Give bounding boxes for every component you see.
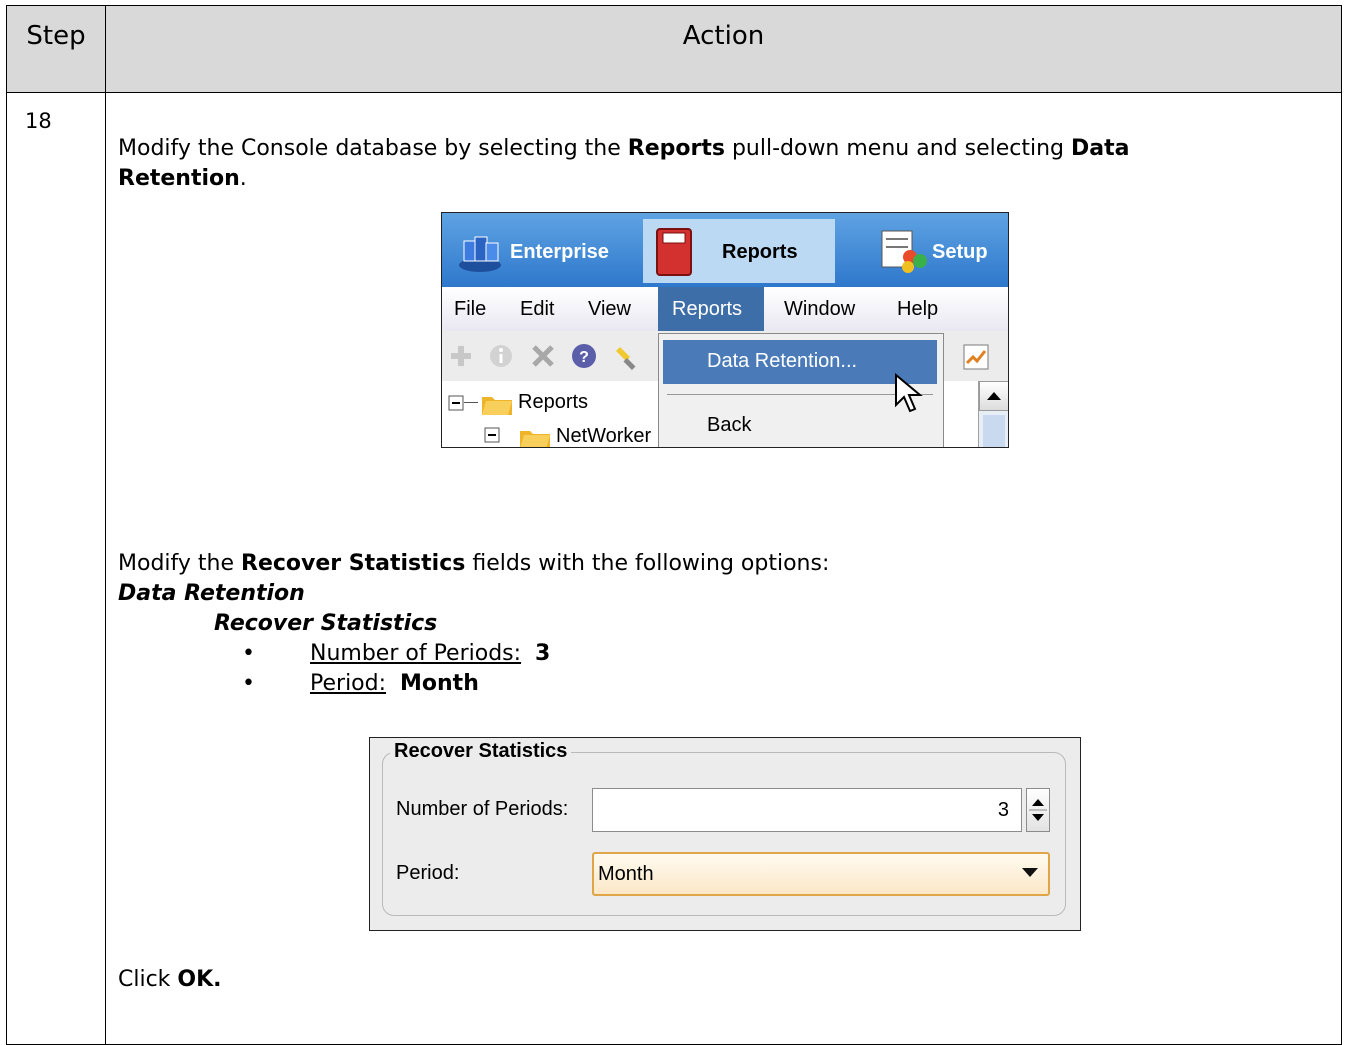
bullet-dot: • <box>242 641 255 666</box>
menu-edit[interactable]: Edit <box>520 298 554 321</box>
data-retention-label: Data Retention... <box>707 350 858 372</box>
number-of-periods-input[interactable]: 3 <box>592 788 1022 832</box>
mouse-cursor-icon <box>895 373 923 413</box>
header-step: Step <box>26 21 86 51</box>
reports-book-icon <box>656 228 692 276</box>
step-number: 18 <box>25 109 52 133</box>
folder-icon <box>482 397 512 415</box>
text: . <box>239 166 247 191</box>
console-menu-screenshot: Enterprise Reports Setup File Edit View … <box>441 212 1009 448</box>
table-header: Step Action <box>7 6 1341 93</box>
ok-emph: OK. <box>177 967 222 992</box>
chevron-down-icon <box>1022 868 1038 877</box>
period-value-bold: Month <box>400 671 479 696</box>
bullet-dot: • <box>242 671 255 696</box>
bullet-content: Number of Periods: 3 <box>310 639 550 669</box>
data-emph: Data <box>1070 136 1130 161</box>
add-icon[interactable] <box>448 343 474 369</box>
setup-icon <box>881 230 927 273</box>
period-label-underlined: Period: <box>310 671 387 696</box>
menu-reports-open[interactable]: Reports <box>658 287 764 333</box>
folder-icon <box>520 431 550 447</box>
menu-view[interactable]: View <box>588 298 631 321</box>
svg-text:?: ? <box>579 349 589 366</box>
nav-bar: Enterprise Reports Setup <box>442 213 1008 287</box>
period-label: Period: <box>396 862 460 884</box>
tree-item-reports[interactable]: Reports <box>518 391 588 414</box>
arrow-up-icon <box>987 392 1001 400</box>
menu-item-back[interactable]: Back <box>707 414 751 437</box>
menu-reports-label: Reports <box>672 298 743 320</box>
number-of-periods-label: Number of Periods: <box>396 798 569 820</box>
period-select[interactable]: Month <box>592 852 1050 896</box>
section-data-retention: Data Retention <box>118 581 305 606</box>
header-action: Action <box>682 21 765 51</box>
nav-setup[interactable]: Setup <box>932 241 988 264</box>
instruction-line-2: Retention. <box>118 164 247 194</box>
bullet-content: Period: Month <box>310 669 479 699</box>
group-title: Recover Statistics <box>390 740 572 763</box>
scroll-up-button[interactable] <box>979 381 1008 411</box>
tree-connector <box>464 402 478 403</box>
stepper-arrows-icon <box>1029 799 1047 821</box>
menu-help[interactable]: Help <box>897 298 938 321</box>
reports-emph: Reports <box>627 136 725 161</box>
instruction-line-1: Modify the Console database by selecting… <box>118 134 1129 164</box>
periods-value-bold: 3 <box>535 641 551 666</box>
flashlight-icon[interactable] <box>612 341 642 371</box>
text: Click <box>118 967 178 992</box>
periods-stepper[interactable] <box>1026 788 1050 832</box>
tree-item-networker[interactable]: NetWorker <box>556 425 651 447</box>
nav-reports[interactable]: Reports <box>722 241 798 264</box>
scroll-thumb[interactable] <box>983 415 1005 447</box>
report-chart-icon[interactable] <box>962 343 990 371</box>
periods-value: 3 <box>997 799 1009 821</box>
column-divider <box>105 6 106 1044</box>
recover-statistics-emph: Recover Statistics <box>241 551 466 576</box>
collapse-icon[interactable] <box>448 395 464 411</box>
nav-enterprise[interactable]: Enterprise <box>510 241 609 264</box>
periods-label-underlined: Number of Periods: <box>310 641 522 666</box>
text: Modify the Console database by selecting… <box>118 136 628 161</box>
vertical-scrollbar[interactable] <box>978 381 1008 447</box>
menu-file[interactable]: File <box>454 298 486 321</box>
click-ok-instruction: Click OK. <box>118 965 222 995</box>
text: fields with the following options: <box>465 551 830 576</box>
modify-instruction: Modify the Recover Statistics fields wit… <box>118 549 829 579</box>
text: pull-down menu and selecting <box>724 136 1071 161</box>
text: Modify the <box>118 551 241 576</box>
section-recover-statistics: Recover Statistics <box>214 611 438 636</box>
delete-icon[interactable] <box>530 343 556 369</box>
info-icon[interactable] <box>488 343 514 369</box>
help-icon[interactable]: ? <box>570 342 598 370</box>
period-value: Month <box>598 863 654 885</box>
retention-emph: Retention <box>118 166 240 191</box>
recover-statistics-screenshot: Recover Statistics Number of Periods: 3 … <box>369 737 1081 931</box>
enterprise-icon <box>459 236 501 272</box>
collapse-icon[interactable] <box>484 427 500 443</box>
menu-window[interactable]: Window <box>784 298 855 321</box>
